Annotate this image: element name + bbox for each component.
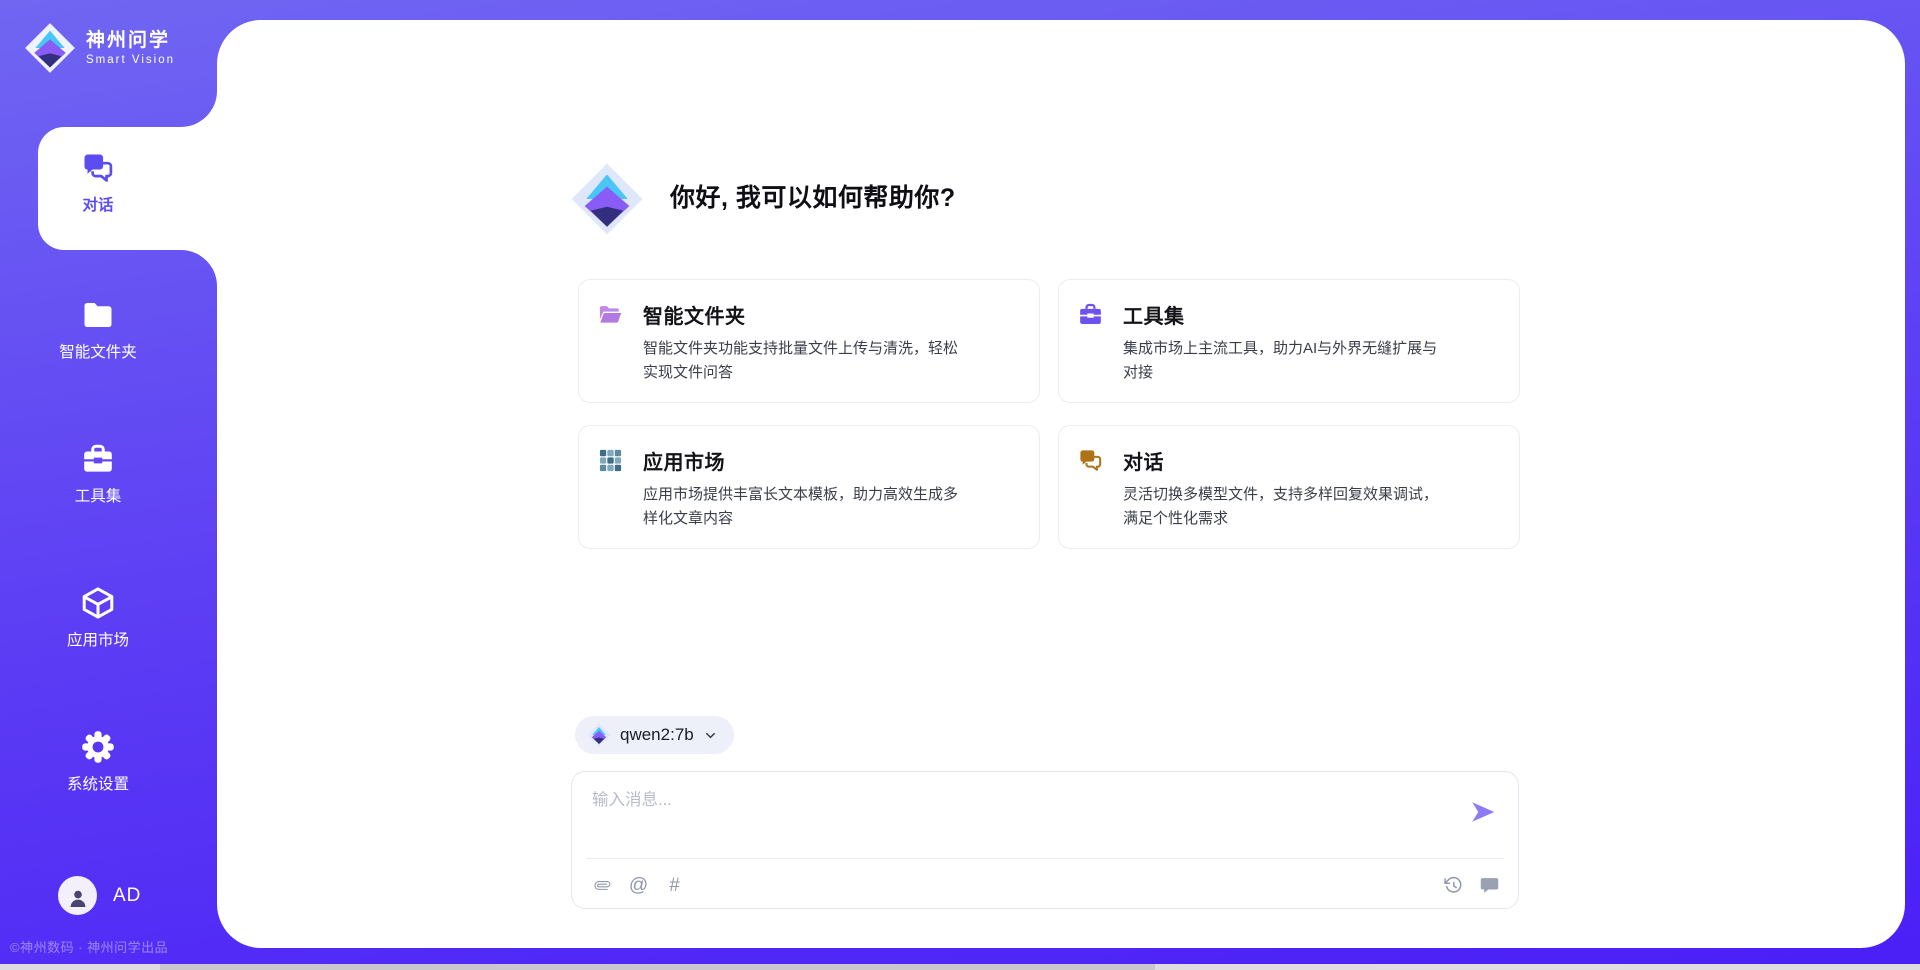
card-description: 灵活切换多模型文件，支持多样回复效果调试，满足个性化需求 xyxy=(1123,483,1441,531)
send-icon[interactable] xyxy=(1468,797,1498,827)
history-clock-icon xyxy=(1443,875,1464,896)
horizontal-scrollbar[interactable] xyxy=(0,964,1920,970)
avatar xyxy=(58,876,97,915)
card-description: 应用市场提供丰富长文本模板，助力高效生成多样化文章内容 xyxy=(643,483,961,531)
chat-icon xyxy=(80,150,116,186)
main-panel: 你好, 我可以如何帮助你? 智能文件夹 智能文件夹功能支持批量文件上传与清洗，轻… xyxy=(217,20,1905,948)
grid-icon xyxy=(597,447,624,474)
sidebar-item-settings[interactable]: 系统设置 xyxy=(18,729,178,794)
gear-icon xyxy=(80,729,116,765)
sidebar: 神州问学 Smart Vision 对话 智能文件夹 工具集 xyxy=(0,0,217,970)
brand-subtitle: Smart Vision xyxy=(86,53,175,68)
brand-diamond-logo-icon xyxy=(24,22,76,74)
card-title: 智能文件夹 xyxy=(643,300,746,329)
card-title: 对话 xyxy=(1123,446,1164,475)
paperclip-icon xyxy=(593,876,612,895)
sidebar-item-label: 对话 xyxy=(82,193,113,215)
model-diamond-logo-icon xyxy=(587,723,611,747)
card-app-market[interactable]: 应用市场 应用市场提供丰富长文本模板，助力高效生成多样化文章内容 xyxy=(578,425,1040,549)
user-name: AD xyxy=(113,885,141,907)
message-input[interactable] xyxy=(592,786,1452,850)
hash-icon: # xyxy=(669,875,680,896)
chevron-down-icon xyxy=(703,728,718,743)
briefcase-icon xyxy=(1077,301,1104,328)
history-button[interactable] xyxy=(1443,875,1464,896)
user-profile[interactable]: AD xyxy=(58,876,141,915)
cube-icon xyxy=(80,585,116,621)
card-description: 集成市场上主流工具，助力AI与外界无缝扩展与对接 xyxy=(1123,337,1441,385)
sidebar-item-toolkit[interactable]: 工具集 xyxy=(18,441,178,506)
brand-name: 神州问学 xyxy=(86,29,175,53)
chat-bubbles-icon xyxy=(1077,447,1104,474)
model-selector[interactable]: qwen2:7b xyxy=(575,716,734,754)
folder-icon xyxy=(80,297,116,333)
greeting-diamond-logo-icon xyxy=(570,162,644,236)
sidebar-item-app-market[interactable]: 应用市场 xyxy=(18,585,178,650)
app-root: 神州问学 Smart Vision 对话 智能文件夹 工具集 xyxy=(0,0,1920,970)
card-title: 工具集 xyxy=(1123,300,1185,329)
message-composer: @ # xyxy=(571,771,1519,909)
card-title: 应用市场 xyxy=(643,446,725,475)
card-description: 智能文件夹功能支持批量文件上传与清洗，轻松实现文件问答 xyxy=(643,337,961,385)
card-chat[interactable]: 对话 灵活切换多模型文件，支持多样回复效果调试，满足个性化需求 xyxy=(1058,425,1520,549)
composer-toolbar: @ # xyxy=(592,871,1500,899)
model-name: qwen2:7b xyxy=(620,725,694,745)
sidebar-item-label: 工具集 xyxy=(75,484,122,506)
card-smart-folder[interactable]: 智能文件夹 智能文件夹功能支持批量文件上传与清洗，轻松实现文件问答 xyxy=(578,279,1040,403)
greeting-title: 你好, 我可以如何帮助你? xyxy=(670,178,956,218)
hashtag-button[interactable]: # xyxy=(664,875,685,896)
at-icon: @ xyxy=(629,875,648,896)
sidebar-item-smart-folder[interactable]: 智能文件夹 xyxy=(18,297,178,362)
brand: 神州问学 Smart Vision xyxy=(24,22,175,74)
person-icon xyxy=(66,886,90,910)
card-toolkit[interactable]: 工具集 集成市场上主流工具，助力AI与外界无缝扩展与对接 xyxy=(1058,279,1520,403)
chat-bubble-icon xyxy=(1479,875,1500,896)
sidebar-item-chat[interactable]: 对话 xyxy=(18,150,178,215)
horizontal-scrollbar-thumb[interactable] xyxy=(160,964,1155,970)
attachment-button[interactable] xyxy=(592,875,613,896)
copyright-footer: ©神州数码 · 神州问学出品 xyxy=(10,937,168,956)
sidebar-item-label: 智能文件夹 xyxy=(59,340,137,362)
briefcase-icon xyxy=(80,441,116,477)
folder-open-icon xyxy=(597,301,624,328)
mention-button[interactable]: @ xyxy=(628,875,649,896)
sidebar-item-label: 系统设置 xyxy=(67,772,129,794)
composer-divider xyxy=(586,858,1504,859)
sidebar-item-label: 应用市场 xyxy=(67,628,129,650)
feedback-button[interactable] xyxy=(1479,875,1500,896)
